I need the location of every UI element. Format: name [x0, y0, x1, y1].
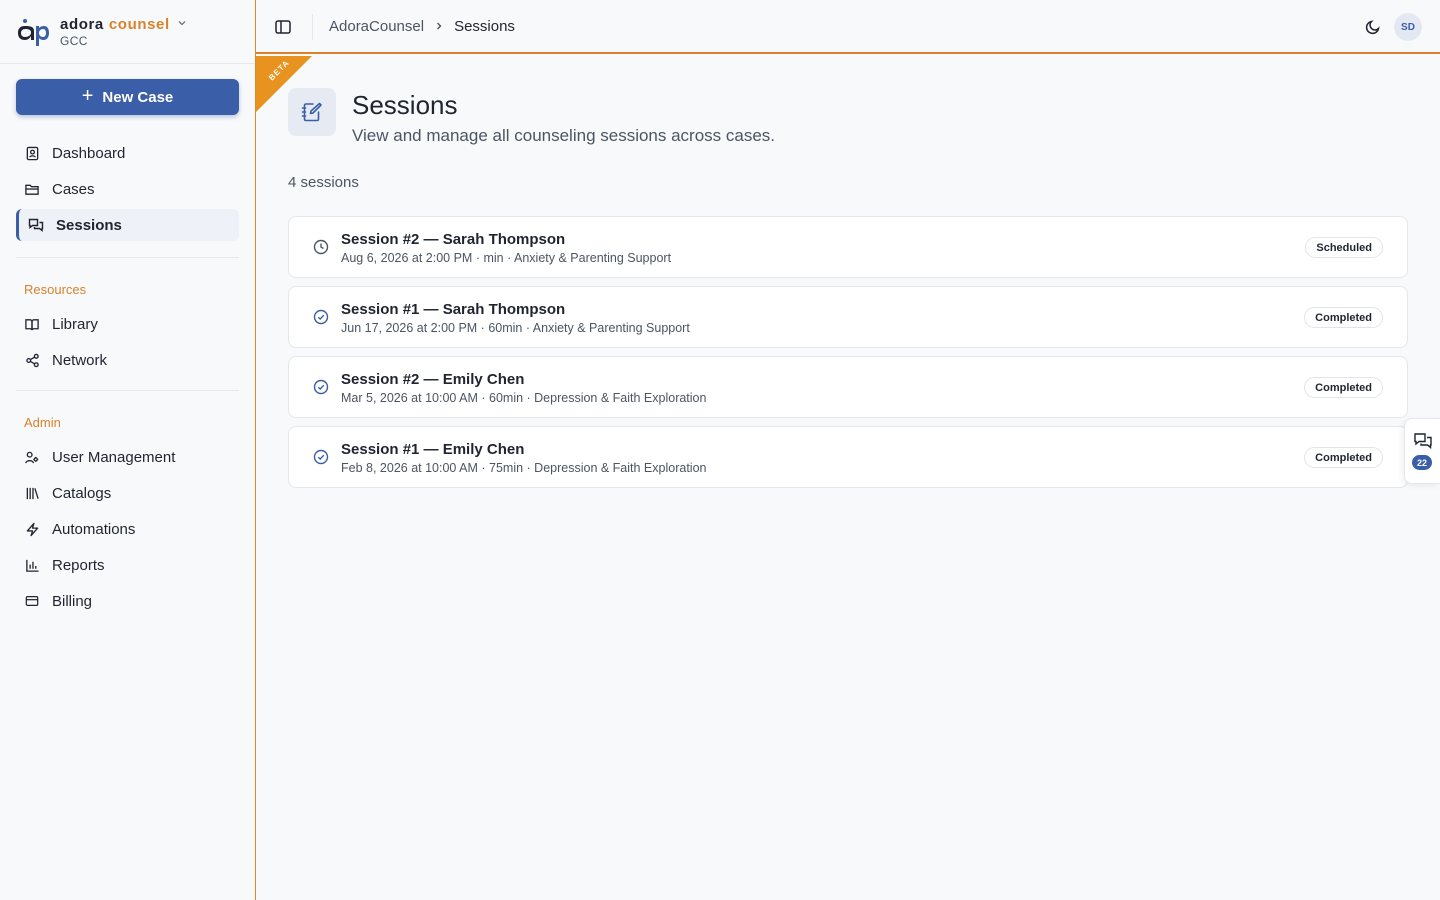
brand-name-accent: counsel: [108, 15, 170, 33]
main-nav: Dashboard Cases Sessions: [16, 137, 239, 245]
session-card[interactable]: Session #1 — Sarah Thompson Jun 17, 2026…: [288, 286, 1408, 348]
sidebar-item-user-management[interactable]: User Management: [16, 441, 239, 473]
sidebar-item-label: Dashboard: [52, 144, 126, 162]
dashboard-icon: [24, 145, 40, 161]
session-meta: Mar 5, 2026 at 10:00 AM · 60min · Depres…: [341, 391, 707, 405]
session-card[interactable]: Session #1 — Emily Chen Feb 8, 2026 at 1…: [288, 426, 1408, 488]
section-label-admin: Admin: [24, 415, 61, 430]
sidebar-item-label: Billing: [52, 592, 93, 610]
sidebar: adora counsel GCC + New Case Dashboard C…: [0, 0, 256, 900]
chevron-right-icon: [434, 19, 444, 34]
breadcrumb-current: Sessions: [454, 18, 515, 35]
brand-logo: [16, 17, 50, 47]
admin-nav: Admin User Management Catalogs Automatio…: [16, 415, 239, 621]
new-case-button[interactable]: + New Case: [16, 79, 239, 115]
sidebar-toggle-icon[interactable]: [274, 18, 292, 36]
page-title: Sessions: [352, 90, 458, 120]
chat-icon: [28, 217, 44, 233]
check-circle-icon: [313, 309, 329, 325]
book-icon: [24, 316, 40, 332]
chevron-down-icon: [177, 18, 187, 31]
sidebar-item-catalogs[interactable]: Catalogs: [16, 477, 239, 509]
clock-icon: [313, 239, 329, 255]
page-subtitle: View and manage all counseling sessions …: [352, 126, 776, 145]
sidebar-item-label: Library: [52, 315, 98, 333]
brand-name-primary: adora: [60, 15, 104, 33]
library-icon: [24, 485, 40, 501]
sidebar-item-label: Catalogs: [52, 484, 112, 502]
chat-panel-toggle[interactable]: 22: [1404, 418, 1440, 484]
brand-switcher[interactable]: adora counsel GCC: [0, 0, 255, 64]
session-title: Session #2 — Emily Chen: [341, 371, 525, 388]
sidebar-item-sessions[interactable]: Sessions: [16, 209, 239, 241]
unread-count-badge: 22: [1412, 455, 1432, 470]
top-bar: AdoraCounsel Sessions SD: [256, 0, 1440, 54]
session-title: Session #1 — Sarah Thompson: [341, 301, 566, 318]
session-list: Session #2 — Sarah Thompson Aug 6, 2026 …: [288, 216, 1408, 496]
messages-icon: [1413, 431, 1433, 451]
credit-card-icon: [24, 593, 40, 609]
sidebar-item-label: Reports: [52, 556, 105, 574]
bar-chart-icon: [24, 557, 40, 573]
session-meta: Aug 6, 2026 at 2:00 PM · min · Anxiety &…: [341, 251, 672, 265]
session-card[interactable]: Session #2 — Emily Chen Mar 5, 2026 at 1…: [288, 356, 1408, 418]
session-meta: Feb 8, 2026 at 10:00 AM · 75min · Depres…: [341, 461, 707, 475]
bolt-icon: [24, 521, 40, 537]
avatar[interactable]: SD: [1394, 13, 1422, 41]
session-meta: Jun 17, 2026 at 2:00 PM · 60min · Anxiet…: [341, 321, 690, 335]
resources-nav: Resources Library Network: [16, 282, 239, 380]
section-label-resources: Resources: [24, 282, 87, 297]
session-card[interactable]: Session #2 — Sarah Thompson Aug 6, 2026 …: [288, 216, 1408, 278]
status-badge: Completed: [1304, 377, 1383, 398]
sidebar-item-network[interactable]: Network: [16, 344, 239, 376]
check-circle-icon: [313, 379, 329, 395]
plus-icon: +: [81, 84, 94, 107]
org-name: GCC: [60, 33, 88, 48]
sidebar-item-label: Sessions: [56, 216, 122, 234]
notebook-pen-icon: [288, 88, 336, 136]
sidebar-item-cases[interactable]: Cases: [16, 173, 239, 205]
sidebar-item-label: Automations: [52, 520, 136, 538]
sidebar-item-library[interactable]: Library: [16, 308, 239, 340]
sidebar-item-label: Network: [52, 351, 108, 369]
status-badge: Completed: [1304, 307, 1383, 328]
share-icon: [24, 352, 40, 368]
header-divider: [312, 14, 313, 40]
sidebar-item-reports[interactable]: Reports: [16, 549, 239, 581]
moon-icon[interactable]: [1364, 18, 1382, 36]
status-badge: Scheduled: [1305, 237, 1383, 258]
new-case-label: New Case: [102, 88, 174, 106]
divider: [16, 257, 239, 258]
session-title: Session #2 — Sarah Thompson: [341, 231, 566, 248]
sidebar-item-label: Cases: [52, 180, 95, 198]
sidebar-item-billing[interactable]: Billing: [16, 585, 239, 617]
users-icon: [24, 449, 40, 465]
folder-icon: [24, 181, 40, 197]
session-count: 4 sessions: [288, 174, 359, 191]
session-title: Session #1 — Emily Chen: [341, 441, 525, 458]
status-badge: Completed: [1304, 447, 1383, 468]
sidebar-item-automations[interactable]: Automations: [16, 513, 239, 545]
breadcrumb-root[interactable]: AdoraCounsel: [329, 18, 424, 35]
sidebar-item-label: User Management: [52, 448, 176, 466]
check-circle-icon: [313, 449, 329, 465]
divider: [16, 390, 239, 391]
breadcrumb: AdoraCounsel Sessions: [329, 18, 515, 35]
sidebar-item-dashboard[interactable]: Dashboard: [16, 137, 239, 169]
